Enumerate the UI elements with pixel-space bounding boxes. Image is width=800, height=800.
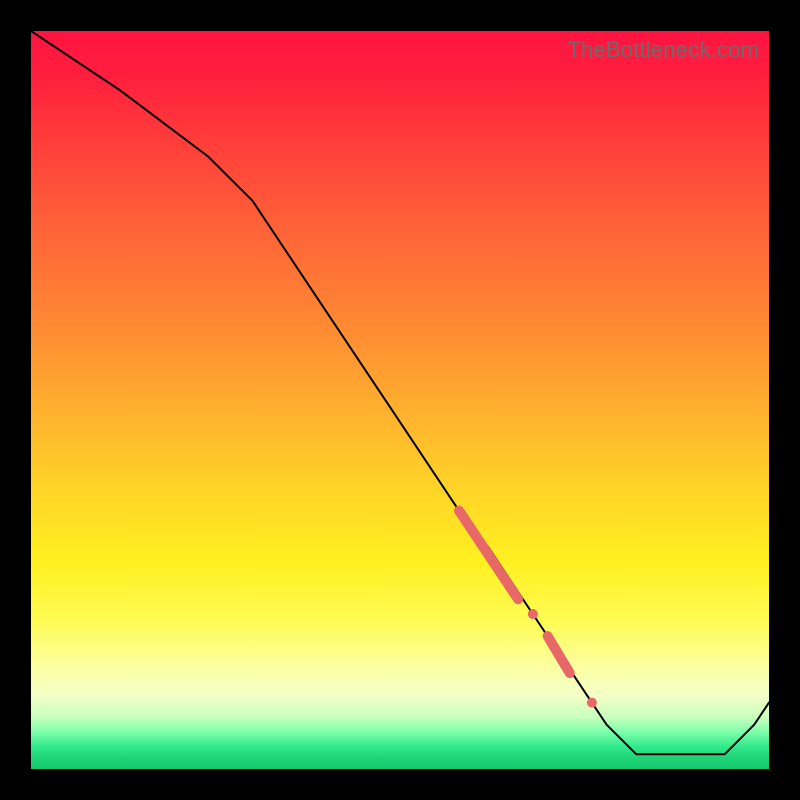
- plot-area: TheBottleneck.com: [31, 31, 769, 769]
- chart-overlay: [31, 31, 769, 769]
- bottleneck-curve: [31, 31, 769, 754]
- marker-segment: [548, 636, 570, 673]
- marker-segment: [459, 511, 518, 600]
- marker-dot: [587, 698, 597, 708]
- marker-dot: [528, 609, 538, 619]
- chart-frame: TheBottleneck.com: [0, 0, 800, 800]
